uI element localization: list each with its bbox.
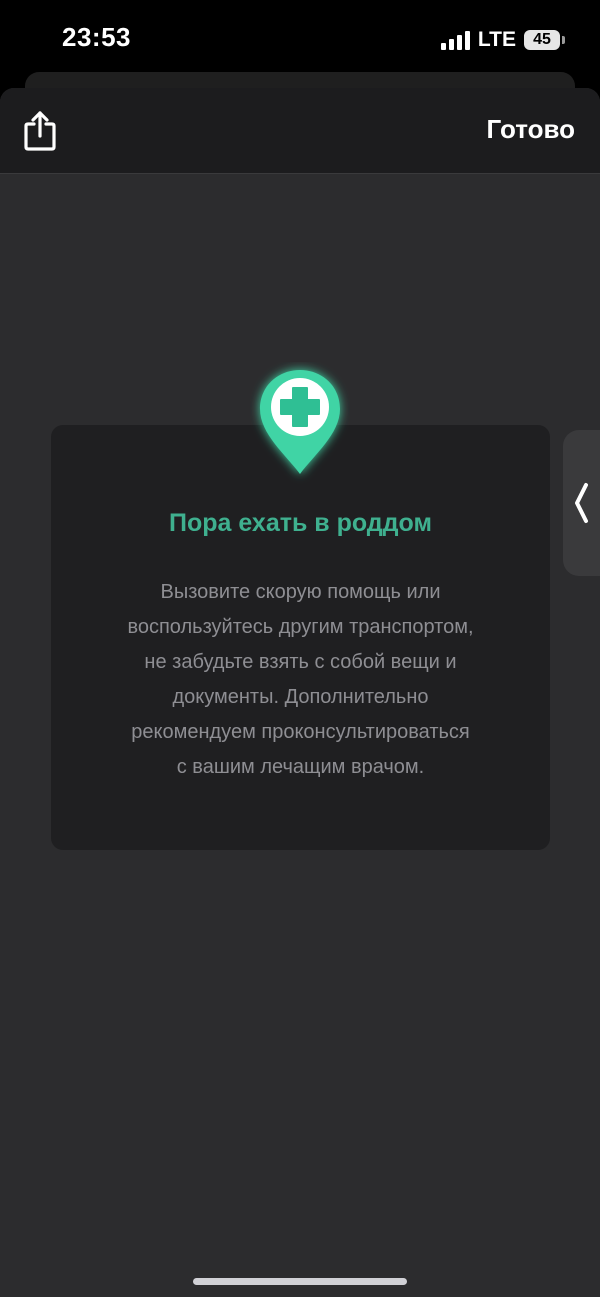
pin-container [250,362,350,486]
status-indicators: LTE 45 [440,28,565,52]
share-icon [24,111,56,151]
status-time: 23:53 [62,22,131,52]
share-button[interactable] [20,108,60,154]
modal-sheet: Готово Пора ехать в роддом Вызовите скор… [0,88,600,1297]
card-description-line: воспользуйтесь другим транспортом, [127,616,474,638]
navigation-bar: Готово [0,88,600,174]
card-description: Вызовите скорую помощь или воспользуйтес… [91,575,510,785]
card-description-line: не забудьте взять с собой вещи и [144,651,457,673]
card-description-line: документы. Дополнительно [172,686,429,708]
chevron-left-icon [575,483,588,523]
card-description-line: с вашим лечащим врачом. [176,756,425,778]
battery-level: 45 [533,31,551,48]
card-title: Пора ехать в роддом [168,509,432,537]
cellular-signal-icon [440,30,470,50]
status-bar: 23:53 LTE 45 [0,0,600,80]
info-card: Пора ехать в роддом Вызовите скорую помо… [51,425,550,850]
card-description-line: Вызовите скорую помощь или [160,581,441,603]
card-description-line: рекомендуем проконсультироваться [131,721,470,743]
battery-icon: 45 [524,30,565,50]
done-button[interactable]: Готово [487,114,575,145]
medical-location-pin-icon [260,370,340,474]
screen: 23:53 LTE 45 Готово Пора ехать в роддом … [0,0,600,1297]
home-indicator[interactable] [193,1278,407,1285]
side-panel-handle[interactable] [563,430,600,576]
network-type-label: LTE [477,28,516,51]
